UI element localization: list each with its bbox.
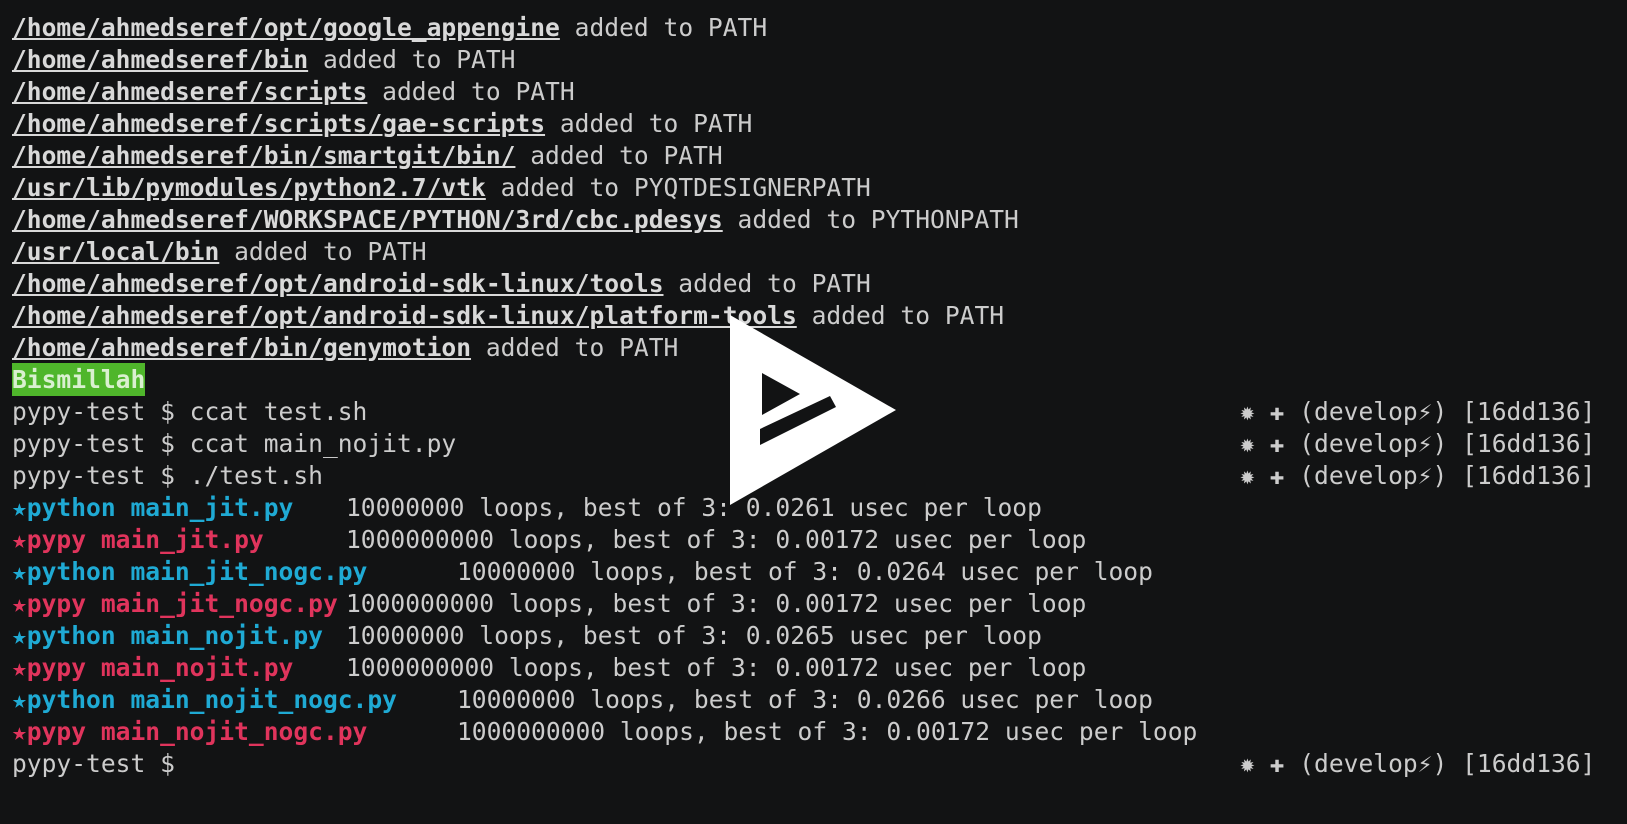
benchmark-label: ★pypy main_jit.py xyxy=(12,525,264,554)
benchmark-stats: 10000000 loops, best of 3: 0.0265 usec p… xyxy=(346,621,1042,650)
env-line: /home/ahmedseref/scripts added to PATH xyxy=(12,76,1612,108)
benchmark-stats: 10000000 loops, best of 3: 0.0264 usec p… xyxy=(457,557,1153,586)
path-link[interactable]: /home/ahmedseref/bin xyxy=(12,45,308,74)
command-line: pypy-test $ ✹ ✚ (develop⚡) [16dd136] xyxy=(12,748,1612,780)
benchmark-label: ★python main_nojit_nogc.py xyxy=(12,685,397,714)
benchmark-stats: 1000000000 loops, best of 3: 0.00172 use… xyxy=(457,717,1198,746)
benchmark-label: ★pypy main_nojit_nogc.py xyxy=(12,717,368,746)
path-link[interactable]: /home/ahmedseref/opt/android-sdk-linux/t… xyxy=(12,269,664,298)
git-status: ✹ ✚ (develop⚡) [16dd136] xyxy=(1240,397,1596,426)
env-message: added to PATH xyxy=(559,13,768,42)
benchmark-label: ★pypy main_jit_nogc.py xyxy=(12,589,338,618)
shell-prompt: pypy-test $ xyxy=(12,397,175,426)
env-line: /home/ahmedseref/opt/android-sdk-linux/t… xyxy=(12,268,1612,300)
benchmark-label: ★python main_jit.py xyxy=(12,493,294,522)
path-link[interactable]: /home/ahmedseref/bin/smartgit/bin/ xyxy=(12,141,515,170)
env-message: added to PATH xyxy=(515,141,723,170)
benchmark-label: ★pypy main_nojit.py xyxy=(12,653,294,682)
shell-prompt: pypy-test $ xyxy=(12,429,175,458)
env-message: added to PATH xyxy=(367,77,575,106)
env-message: added to PATH xyxy=(308,45,516,74)
benchmark-line: ★python main_nojit.py 10000000 loops, bes… xyxy=(12,620,1612,652)
benchmark-line: ★pypy main_jit.py 1000000000 loops, best … xyxy=(12,524,1612,556)
benchmark-label: ★python main_nojit.py xyxy=(12,621,323,650)
benchmark-label: ★python main_jit_nogc.py xyxy=(12,557,368,586)
benchmark-stats: 1000000000 loops, best of 3: 0.00172 use… xyxy=(346,525,1087,554)
path-link[interactable]: /home/ahmedseref/WORKSPACE/PYTHON/3rd/cb… xyxy=(12,205,723,234)
env-line: /usr/local/bin added to PATH xyxy=(12,236,1612,268)
env-line: /home/ahmedseref/opt/google_appengine ad… xyxy=(12,12,1612,44)
command-text: ccat main_nojit.py xyxy=(174,429,457,458)
git-status: ✹ ✚ (develop⚡) [16dd136] xyxy=(1240,461,1596,490)
greeting-badge: Bismillah xyxy=(12,363,146,396)
command-text: ./test.sh xyxy=(174,461,323,490)
path-link[interactable]: /usr/lib/pymodules/python2.7/vtk xyxy=(12,173,486,202)
shell-prompt: pypy-test $ xyxy=(12,461,175,490)
benchmark-stats: 1000000000 loops, best of 3: 0.00172 use… xyxy=(346,653,1087,682)
env-message: added to PATH xyxy=(545,109,753,138)
benchmark-stats: 10000000 loops, best of 3: 0.0266 usec p… xyxy=(457,685,1153,714)
env-message: added to PYQTDESIGNERPATH xyxy=(485,173,871,202)
play-button[interactable] xyxy=(726,315,896,509)
play-icon xyxy=(730,315,896,505)
git-status: ✹ ✚ (develop⚡) [16dd136] xyxy=(1240,749,1596,778)
env-line: /home/ahmedseref/WORKSPACE/PYTHON/3rd/cb… xyxy=(12,204,1612,236)
env-message: added to PYTHONPATH xyxy=(722,205,1019,234)
benchmark-line: ★pypy main_jit_nogc.py 1000000000 loops, … xyxy=(12,588,1612,620)
benchmark-stats: 1000000000 loops, best of 3: 0.00172 use… xyxy=(346,589,1087,618)
path-link[interactable]: /home/ahmedseref/opt/android-sdk-linux/p… xyxy=(12,301,797,330)
benchmark-stats: 10000000 loops, best of 3: 0.0261 usec p… xyxy=(346,493,1042,522)
shell-prompt: pypy-test $ xyxy=(12,749,175,778)
env-line: /usr/lib/pymodules/python2.7/vtk added t… xyxy=(12,172,1612,204)
path-link[interactable]: /home/ahmedseref/scripts xyxy=(12,77,367,106)
benchmark-line: ★pypy main_nojit.py 1000000000 loops, bes… xyxy=(12,652,1612,684)
env-message: added to PATH xyxy=(219,237,427,266)
env-line: /home/ahmedseref/bin added to PATH xyxy=(12,44,1612,76)
path-link[interactable]: /home/ahmedseref/bin/genymotion xyxy=(12,333,471,362)
benchmark-line: ★python main_jit_nogc.py 10000000 loops, … xyxy=(12,556,1612,588)
path-link[interactable]: /usr/local/bin xyxy=(12,237,219,266)
env-message: added to PATH xyxy=(471,333,679,362)
path-link[interactable]: /home/ahmedseref/scripts/gae-scripts xyxy=(12,109,545,138)
env-line: /home/ahmedseref/scripts/gae-scripts add… xyxy=(12,108,1612,140)
benchmark-line: ★python main_nojit_nogc.py 10000000 loops… xyxy=(12,684,1612,716)
command-text: ccat test.sh xyxy=(174,397,368,426)
env-line: /home/ahmedseref/bin/smartgit/bin/ added… xyxy=(12,140,1612,172)
env-message: added to PATH xyxy=(663,269,871,298)
path-link[interactable]: /home/ahmedseref/opt/google_appengine xyxy=(12,13,560,42)
git-status: ✹ ✚ (develop⚡) [16dd136] xyxy=(1240,429,1596,458)
benchmark-line: ★pypy main_nojit_nogc.py 1000000000 loops… xyxy=(12,716,1612,748)
